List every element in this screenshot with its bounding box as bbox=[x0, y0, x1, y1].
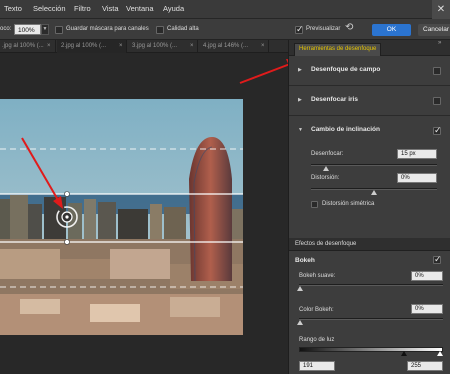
bokeh-label: Bokeh bbox=[295, 257, 315, 264]
bokeh-color-slider[interactable] bbox=[299, 318, 443, 320]
bokeh-soft-label: Bokeh suave: bbox=[299, 273, 336, 279]
light-range-label: Rango de luz bbox=[299, 337, 335, 343]
iris-blur-checkbox[interactable] bbox=[433, 97, 441, 105]
collapse-icon[interactable]: » bbox=[438, 40, 441, 46]
light-range-gradient[interactable] bbox=[299, 347, 443, 352]
bokeh-color-input[interactable]: 0% bbox=[411, 304, 443, 314]
field-blur-section[interactable]: ▶ Desenfoque de campo bbox=[289, 56, 450, 86]
blur-amount-input[interactable]: 15 px bbox=[397, 149, 437, 159]
distortion-input[interactable]: 0% bbox=[397, 173, 437, 183]
light-range-min-thumb[interactable] bbox=[401, 351, 407, 356]
blur-amount-slider[interactable] bbox=[311, 164, 437, 166]
bokeh-soft-input[interactable]: 0% bbox=[411, 271, 443, 281]
tab-blur-tools[interactable]: Herramientas de desenfoque bbox=[294, 43, 382, 56]
blur-panel: Herramientas de desenfoque » ▶ Desenfoqu… bbox=[288, 40, 450, 374]
tilt-shift-checkbox[interactable] bbox=[433, 125, 442, 136]
annotation-arrow-tab bbox=[239, 63, 291, 84]
field-blur-checkbox[interactable] bbox=[433, 67, 441, 75]
tilt-shift-section: ▼ Cambio de inclinación Desenfocar: 15 p… bbox=[289, 116, 450, 216]
expand-arrow-icon[interactable]: ▶ bbox=[298, 67, 302, 73]
iris-blur-section[interactable]: ▶ Desenfocar iris bbox=[289, 86, 450, 116]
tilt-shift-label: Cambio de inclinación bbox=[311, 126, 380, 133]
annotation-arrow-pin bbox=[21, 137, 59, 201]
bokeh-soft-slider[interactable] bbox=[299, 284, 443, 286]
blur-amount-thumb[interactable] bbox=[323, 166, 330, 171]
blur-effects-tabrow: Efectos de desenfoque bbox=[289, 238, 450, 251]
bokeh-color-label: Color Bokeh: bbox=[299, 307, 334, 313]
distortion-thumb[interactable] bbox=[371, 190, 377, 195]
light-range-min-input[interactable]: 191 bbox=[299, 361, 335, 371]
distortion-label: Distorsión: bbox=[311, 175, 340, 181]
bokeh-checkbox[interactable] bbox=[433, 254, 442, 265]
annotation-arrowhead-pin bbox=[53, 196, 63, 209]
field-blur-label: Desenfoque de campo bbox=[311, 66, 381, 73]
bokeh-soft-thumb[interactable] bbox=[297, 286, 303, 291]
blur-tools-tab-label: Herramientas de desenfoque bbox=[299, 46, 377, 52]
iris-blur-label: Desenfocar iris bbox=[311, 96, 358, 103]
bokeh-color-thumb[interactable] bbox=[297, 320, 303, 325]
light-range-max-thumb[interactable] bbox=[437, 351, 443, 356]
blur-tools-tabrow: Herramientas de desenfoque » bbox=[289, 40, 450, 56]
symmetric-distortion-label: Distorsión simétrica bbox=[322, 201, 375, 207]
blur-amount-label: Desenfocar: bbox=[311, 151, 344, 157]
blur-effects-panel: Efectos de desenfoque Bokeh Bokeh suave:… bbox=[289, 238, 450, 374]
symmetric-distortion-checkbox[interactable] bbox=[311, 201, 318, 208]
blur-effects-tab[interactable]: Efectos de desenfoque bbox=[295, 241, 356, 247]
light-range-max-input[interactable]: 255 bbox=[407, 361, 443, 371]
expand-arrow-icon[interactable]: ▶ bbox=[298, 97, 302, 103]
collapse-arrow-icon[interactable]: ▼ bbox=[298, 127, 303, 133]
